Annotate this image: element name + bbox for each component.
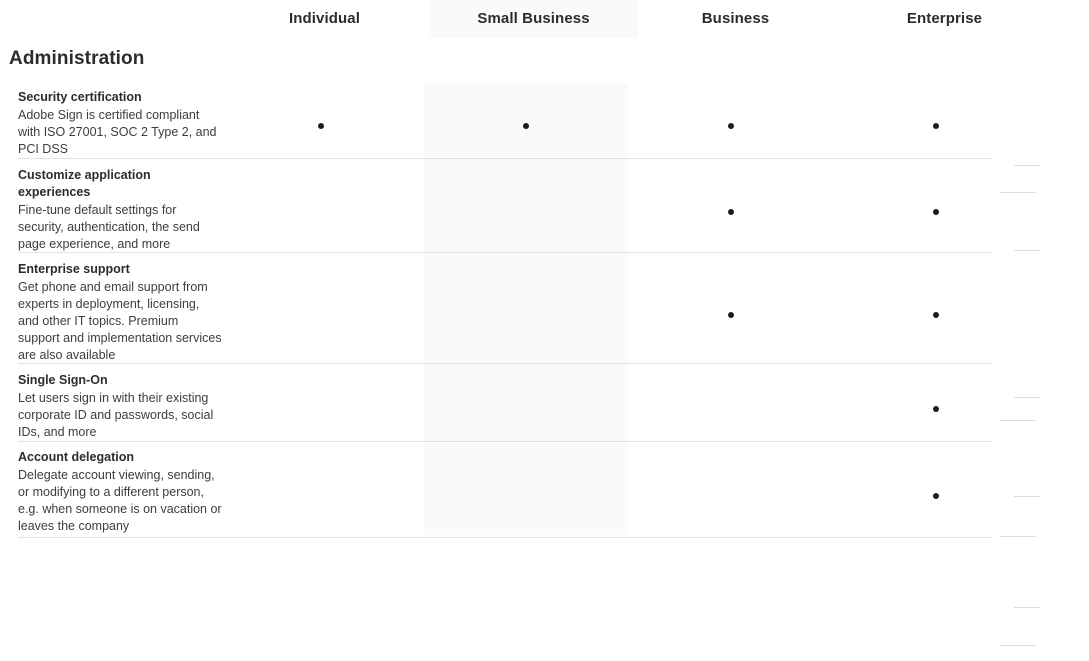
feature-row: Customize application experiences Fine-tu… [0,161,1089,253]
plan-header-individual[interactable]: Individual [222,8,427,30]
row-divider [18,537,992,538]
feature-included-dot-enterprise [933,312,939,318]
feature-included-dot-business [728,312,734,318]
feature-description: Adobe Sign is certified compliant with I… [18,108,217,156]
feature-included-dot-enterprise [933,406,939,412]
feature-label: Account delegation Delegate account viewi… [18,449,223,535]
plan-header-enterprise[interactable]: Enterprise [842,8,1047,30]
plan-header-small-business[interactable]: Small Business [430,8,637,30]
plan-comparison-table: Individual Small Business Business Enter… [0,0,1089,661]
feature-name: Single Sign-On [18,373,108,387]
row-divider [18,363,992,364]
feature-description: Delegate account viewing, sending, or mo… [18,468,222,533]
feature-included-dot-individual [318,123,324,129]
row-divider [18,158,992,159]
feature-name: Enterprise support [18,262,130,276]
feature-included-dot-enterprise [933,493,939,499]
section-title-administration: Administration [9,48,145,69]
plan-header-row: Individual Small Business Business Enter… [0,0,1089,38]
feature-row: Enterprise support Get phone and email su… [0,255,1089,364]
feature-included-dot-enterprise [933,123,939,129]
feature-name: Customize application experiences [18,168,151,199]
feature-included-dot-small-business [523,123,529,129]
feature-row: Account delegation Delegate account viewi… [0,443,1089,538]
feature-name: Account delegation [18,450,134,464]
edge-divider-mark [1000,645,1036,646]
feature-name: Security certification [18,90,142,104]
feature-label: Enterprise support Get phone and email su… [18,261,223,364]
feature-included-dot-business [728,209,734,215]
feature-included-dot-enterprise [933,209,939,215]
feature-included-dot-business [728,123,734,129]
feature-row: Security certification Adobe Sign is cert… [0,83,1089,159]
plan-header-business[interactable]: Business [633,8,838,30]
feature-row: Single Sign-On Let users sign in with the… [0,366,1089,442]
feature-description: Let users sign in with their existing co… [18,391,214,439]
feature-label: Customize application experiences Fine-tu… [18,167,223,253]
row-divider [18,252,992,253]
row-divider [18,441,992,442]
feature-description: Get phone and email support from experts… [18,280,222,362]
feature-label: Security certification Adobe Sign is cert… [18,89,223,158]
feature-label: Single Sign-On Let users sign in with the… [18,372,223,441]
feature-description: Fine-tune default settings for security,… [18,203,200,251]
edge-divider-mark [1014,607,1040,608]
